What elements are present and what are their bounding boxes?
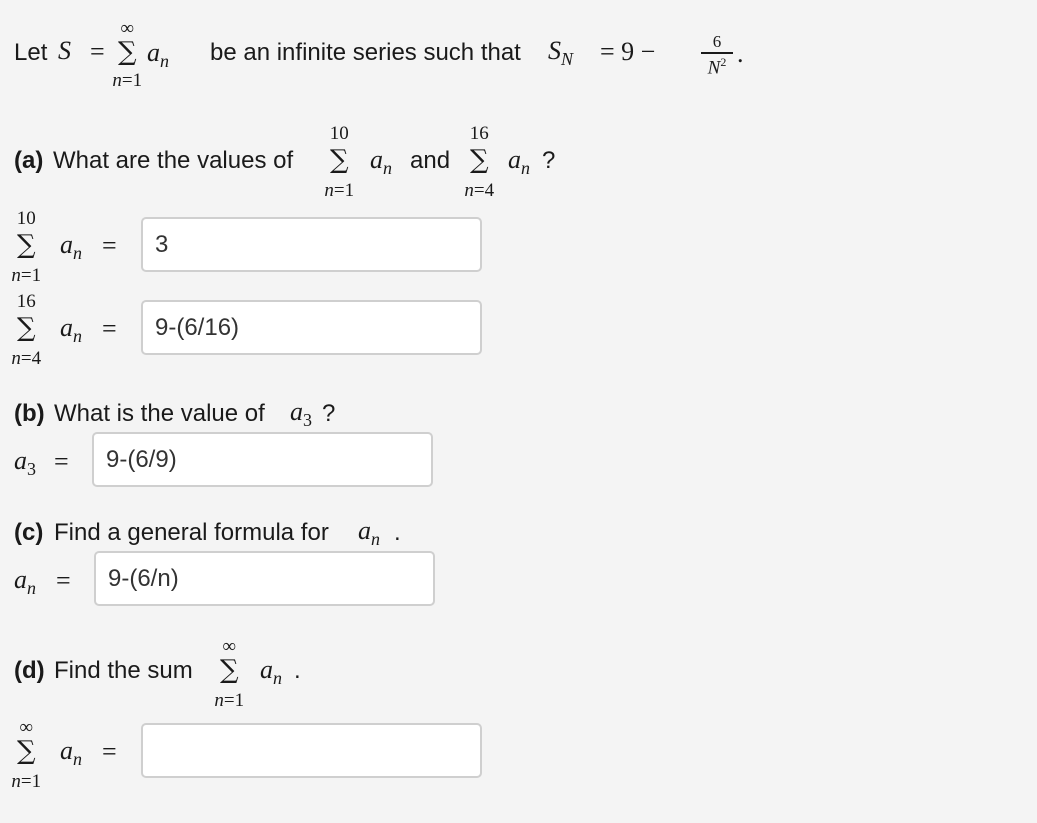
fraction-bar bbox=[701, 52, 733, 54]
period: . bbox=[394, 519, 401, 546]
summation-4-to-16: ∑ 16 n=4 bbox=[464, 124, 494, 200]
equals-sign: = bbox=[102, 231, 117, 260]
sum-lower-limit: n=4 bbox=[11, 348, 42, 369]
term-a-3: a3 bbox=[290, 397, 312, 431]
term-a-n: an bbox=[370, 145, 392, 179]
term-a-n: an bbox=[358, 516, 380, 550]
equals-sign: = bbox=[56, 566, 71, 595]
term-a-n: an bbox=[260, 655, 282, 689]
term-a-n: an bbox=[14, 565, 36, 599]
and-text: and bbox=[410, 147, 451, 174]
intro-prefix: Let bbox=[14, 39, 48, 66]
term-a-3: a3 bbox=[14, 446, 36, 480]
sum-upper-limit: 16 bbox=[469, 123, 489, 144]
equals-sign: = bbox=[90, 37, 105, 66]
part-d-question-text: Find the sum bbox=[54, 657, 193, 684]
answer-input-sum-4-to-16[interactable] bbox=[141, 300, 482, 355]
sigma-symbol: ∑ bbox=[220, 655, 239, 685]
part-c-label: (c) bbox=[14, 519, 44, 546]
period: . bbox=[294, 657, 301, 684]
answer-input-sum-1-to-10[interactable] bbox=[141, 217, 482, 272]
summation-infinite: ∑ ∞ n=1 bbox=[112, 19, 142, 90]
fraction-6-over-n-squared: 6 N2 bbox=[701, 33, 733, 77]
sigma-symbol: ∑ bbox=[17, 313, 36, 343]
answer-input-infinite-sum[interactable] bbox=[141, 723, 482, 778]
sum-upper-limit: 10 bbox=[329, 123, 349, 144]
part-d-label: (d) bbox=[14, 657, 45, 684]
answer-input-an[interactable] bbox=[94, 551, 435, 606]
part-c-question-text: Find a general formula for bbox=[54, 519, 329, 546]
part-b-question-text: What is the value of bbox=[54, 400, 265, 427]
intro-middle-text: be an infinite series such that bbox=[210, 39, 521, 66]
answer-input-a3[interactable] bbox=[92, 432, 433, 487]
sigma-symbol: ∑ bbox=[17, 736, 36, 766]
fraction-numerator: 6 bbox=[712, 32, 722, 51]
intro-period: . bbox=[737, 39, 744, 68]
series-symbol-s: S bbox=[58, 36, 71, 65]
equals-sign: = bbox=[102, 737, 117, 766]
sigma-symbol: ∑ bbox=[470, 145, 489, 175]
equals-sign: = bbox=[54, 447, 69, 476]
fraction-denominator: N2 bbox=[707, 54, 727, 78]
question-mark: ? bbox=[322, 400, 336, 427]
sum-lower-limit: n=1 bbox=[11, 771, 42, 792]
sigma-symbol: ∑ bbox=[118, 37, 137, 67]
summation-4-to-16: ∑ 16 n=4 bbox=[11, 292, 41, 368]
part-a-question-text: What are the values of bbox=[53, 147, 294, 174]
sigma-symbol: ∑ bbox=[17, 230, 36, 260]
sigma-symbol: ∑ bbox=[330, 145, 349, 175]
summation-1-to-10: ∑ 10 n=1 bbox=[324, 124, 354, 200]
sum-lower-limit: n=1 bbox=[11, 265, 42, 286]
sum-upper-limit: ∞ bbox=[19, 717, 34, 738]
equals-sign: = bbox=[102, 314, 117, 343]
sum-upper-limit: ∞ bbox=[222, 636, 237, 657]
sum-lower-limit: n=1 bbox=[214, 690, 245, 711]
sum-lower-limit: n=1 bbox=[324, 180, 355, 201]
term-a-n: an bbox=[508, 145, 530, 179]
term-a-n: an bbox=[60, 313, 82, 347]
partial-sum-rhs: = 9 − bbox=[600, 37, 656, 66]
part-b-label: (b) bbox=[14, 400, 45, 427]
partial-sum-symbol: SN bbox=[548, 36, 574, 70]
summation-infinite: ∑ ∞ n=1 bbox=[214, 637, 244, 710]
term-a-n: an bbox=[147, 38, 169, 72]
term-a-n: an bbox=[60, 230, 82, 264]
sum-upper-limit: 10 bbox=[16, 208, 36, 229]
summation-1-to-10: ∑ 10 n=1 bbox=[11, 209, 41, 285]
question-mark: ? bbox=[542, 147, 556, 174]
sum-upper-limit: 16 bbox=[16, 291, 36, 312]
summation-infinite: ∑ ∞ n=1 bbox=[11, 718, 41, 791]
sum-lower-limit: n=1 bbox=[112, 70, 143, 91]
sum-lower-limit: n=4 bbox=[464, 180, 495, 201]
term-a-n: an bbox=[60, 736, 82, 770]
sum-upper-limit: ∞ bbox=[120, 18, 135, 39]
part-a-label: (a) bbox=[14, 147, 44, 174]
